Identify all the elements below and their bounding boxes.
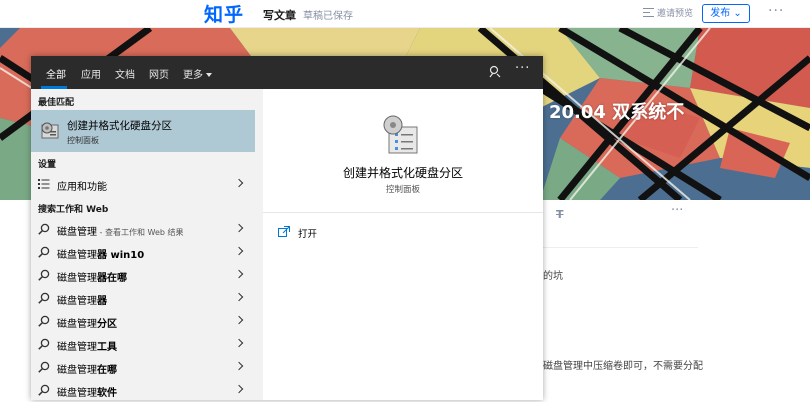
disk-management-icon	[41, 122, 59, 139]
tab-documents[interactable]: 文档	[115, 66, 135, 81]
query-text: 磁盘管理	[57, 342, 97, 353]
disk-management-icon	[383, 115, 418, 154]
chevron-right-icon[interactable]	[234, 269, 244, 279]
settings-item-label: 应用和功能	[57, 182, 107, 193]
result-preview-pane: 创建并格式化硬盘分区 控制面板 打开	[263, 89, 543, 400]
query-text: 磁盘管理	[57, 365, 97, 376]
web-result-label: 磁盘管理软件	[57, 384, 117, 399]
tab-apps[interactable]: 应用	[81, 66, 101, 81]
web-result-item[interactable]: 磁盘管理在哪	[31, 356, 255, 379]
article-text-line[interactable]: 磁盘管理中压缩卷即可，不需要分配	[543, 357, 703, 372]
query-text: 磁盘管理	[57, 273, 97, 284]
preview-title: 创建并格式化硬盘分区	[342, 166, 463, 180]
suggestion-text: 在哪	[97, 365, 117, 376]
search-icon	[38, 292, 50, 304]
toolbar-more-button[interactable]: ···	[671, 203, 683, 218]
more-options-button[interactable]: ···	[768, 3, 784, 19]
chevron-right-icon[interactable]	[234, 178, 244, 188]
search-icon	[38, 361, 50, 373]
windows-search-panel: 全部 应用 文档 网页 更多 ··· 最佳匹配 创建并格式化硬盘分区 控制面板 …	[31, 56, 543, 400]
web-result-item[interactable]: 磁盘管理工具	[31, 333, 255, 356]
web-result-item[interactable]: 磁盘管理器 win10	[31, 241, 255, 264]
preview-subtitle: 控制面板	[385, 185, 420, 195]
search-icon	[38, 223, 50, 235]
caret-down-icon	[206, 73, 212, 77]
web-result-label: 磁盘管理在哪	[57, 361, 117, 376]
best-match-subtitle: 控制面板	[67, 136, 99, 145]
web-result-item[interactable]: 磁盘管理分区	[31, 310, 255, 333]
article-editor: T ··· 的坑 磁盘管理中压缩卷即可，不需要分配	[543, 200, 810, 400]
suggestion-text: 工具	[97, 342, 117, 353]
open-action-button[interactable]: 打开	[298, 226, 317, 240]
chevron-right-icon[interactable]	[234, 292, 244, 302]
chevron-right-icon[interactable]	[234, 223, 244, 233]
suggestion-text: 软件	[97, 388, 117, 399]
suggestion-text: 器 win10	[97, 250, 145, 261]
suggestion-text: 器	[97, 296, 107, 307]
invite-preview-label: 邀请预览	[657, 9, 694, 19]
search-icon	[38, 315, 50, 327]
start-more-button[interactable]: ···	[515, 61, 530, 76]
chevron-right-icon[interactable]	[234, 338, 244, 348]
article-text-line[interactable]: 的坑	[543, 267, 563, 282]
tab-all[interactable]: 全部	[46, 66, 66, 81]
web-search-header: 搜索工作和 Web	[38, 205, 109, 215]
best-match-title: 创建并格式化硬盘分区	[67, 120, 172, 132]
query-text: 磁盘管理	[57, 388, 97, 399]
query-text: 磁盘管理	[57, 250, 97, 261]
tab-more-label: 更多	[183, 70, 203, 81]
web-result-item[interactable]: 磁盘管理器	[31, 287, 255, 310]
web-result-label: 磁盘管理器 win10	[57, 246, 144, 261]
chevron-right-icon[interactable]	[234, 384, 244, 394]
publish-label: 发布	[710, 8, 731, 19]
settings-item-apps-features[interactable]: 应用和功能	[31, 173, 255, 196]
web-result-label: 磁盘管理器在哪	[57, 269, 127, 284]
query-text: 磁盘管理	[57, 296, 97, 307]
search-icon	[38, 269, 50, 281]
editor-toolbar: T ···	[543, 200, 698, 248]
chevron-right-icon[interactable]	[234, 361, 244, 371]
zhihu-header: 知乎 写文章 草稿已保存 邀请预览 发布 ⌄ ···	[0, 0, 810, 28]
web-result-hint: - 查看工作和 Web 结果	[97, 228, 184, 237]
web-result-label: 磁盘管理分区	[57, 315, 117, 330]
web-result-label: 磁盘管理工具	[57, 338, 117, 353]
feedback-icon[interactable]	[488, 65, 501, 78]
zhihu-logo[interactable]: 知乎	[204, 0, 244, 27]
open-icon	[278, 226, 290, 237]
web-result-label: 磁盘管理 - 查看工作和 Web 结果	[57, 223, 184, 238]
chevron-down-icon: ⌄	[733, 8, 742, 19]
invite-preview-button[interactable]: 邀请预览	[643, 6, 693, 19]
suggestion-text: 器在哪	[97, 273, 127, 284]
chevron-right-icon[interactable]	[234, 315, 244, 325]
chevron-right-icon[interactable]	[234, 246, 244, 256]
web-result-item[interactable]: 磁盘管理器在哪	[31, 264, 255, 287]
best-match-item[interactable]: 创建并格式化硬盘分区 控制面板	[31, 110, 255, 152]
settings-header: 设置	[38, 160, 57, 170]
best-match-header: 最佳匹配	[38, 98, 75, 108]
publish-button[interactable]: 发布 ⌄	[702, 4, 750, 23]
apps-list-icon	[38, 179, 50, 189]
preview-divider	[263, 212, 543, 213]
web-result-item[interactable]: 磁盘管理软件	[31, 379, 255, 402]
search-icon	[38, 384, 50, 396]
web-result-label: 磁盘管理器	[57, 292, 107, 307]
query-text: 磁盘管理	[57, 319, 97, 330]
tab-web[interactable]: 网页	[149, 66, 169, 81]
search-icon	[38, 246, 50, 258]
banner-title-text: 20.04 双系统不	[549, 102, 685, 123]
suggestion-text: 分区	[97, 319, 117, 330]
web-result-item[interactable]: 磁盘管理 - 查看工作和 Web 结果	[31, 218, 255, 241]
write-article-title: 写文章	[263, 9, 296, 22]
search-icon	[38, 338, 50, 350]
invite-icon	[643, 8, 654, 17]
results-list: 最佳匹配 创建并格式化硬盘分区 控制面板 设置 应用和功能 搜索工作和 Web	[31, 89, 255, 400]
tab-more[interactable]: 更多	[183, 66, 212, 81]
draft-status: 草稿已保存	[303, 11, 353, 22]
strikethrough-icon[interactable]: T	[556, 208, 564, 221]
query-text: 磁盘管理	[57, 227, 97, 238]
search-tabs-bar: 全部 应用 文档 网页 更多 ···	[31, 56, 543, 89]
